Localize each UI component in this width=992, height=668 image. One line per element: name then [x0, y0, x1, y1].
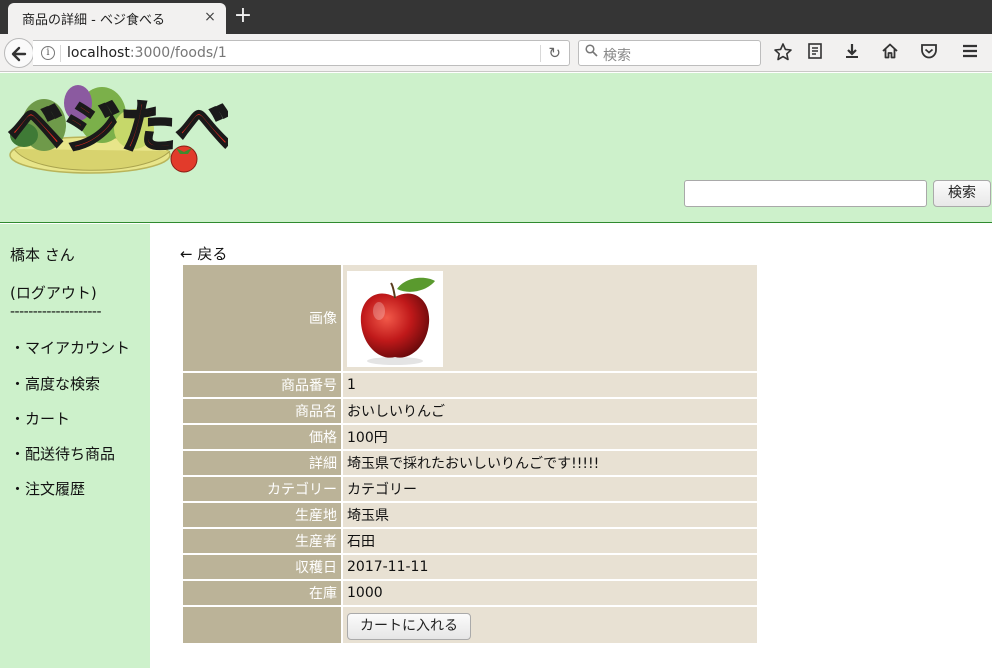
sidebar-user-name: 橋本 さん	[10, 246, 75, 264]
row-value: 埼玉県	[343, 503, 757, 527]
row-value: 埼玉県で採れたおいしいりんごです!!!!!	[343, 451, 757, 475]
row-value: 1000	[343, 581, 757, 605]
table-row: カテゴリー カテゴリー	[183, 477, 757, 501]
tab-title: 商品の詳細 - ベジ食べる	[22, 13, 165, 28]
table-row: 詳細 埼玉県で採れたおいしいりんごです!!!!!	[183, 451, 757, 475]
menu-icon[interactable]	[959, 42, 981, 64]
row-label: 収穫日	[183, 555, 341, 579]
table-row: カートに入れる	[183, 607, 757, 643]
info-icon[interactable]: i	[41, 46, 55, 60]
reload-icon[interactable]: ↻	[548, 44, 561, 62]
reader-icon[interactable]	[804, 42, 826, 64]
add-to-cart-button[interactable]: カートに入れる	[347, 612, 471, 640]
browser-tab[interactable]: 商品の詳細 - ベジ食べる ×	[8, 3, 226, 34]
row-label: 商品名	[183, 399, 341, 423]
row-value	[343, 265, 757, 371]
home-icon[interactable]	[879, 42, 901, 64]
row-label	[183, 607, 341, 643]
back-icon	[11, 46, 27, 62]
table-row: 生産者 石田	[183, 529, 757, 553]
sidebar-item-cart[interactable]: ・カート	[10, 408, 70, 429]
row-value: 100円	[343, 425, 757, 449]
download-icon[interactable]	[841, 42, 863, 64]
row-value: 石田	[343, 529, 757, 553]
row-value: 1	[343, 373, 757, 397]
site-search-button[interactable]: 検索	[933, 180, 991, 207]
table-row: 生産地 埼玉県	[183, 503, 757, 527]
product-detail-table: 画像 商品番号 1 商品名 おいしいりんご 価格 100円 詳細 埼玉県で採れた…	[181, 263, 759, 645]
table-row: 価格 100円	[183, 425, 757, 449]
sidebar: 橋本 さん (ログアウト) -------------------- ・マイアカ…	[0, 224, 150, 668]
sidebar-item-advanced-search[interactable]: ・高度な検索	[10, 373, 100, 394]
row-label: 生産地	[183, 503, 341, 527]
row-value: カテゴリー	[343, 477, 757, 501]
pocket-icon[interactable]	[918, 42, 940, 64]
product-image	[347, 270, 443, 367]
site-search-input[interactable]	[684, 180, 927, 207]
site-logo[interactable]: ベジたべる	[4, 77, 289, 177]
url-separator	[60, 45, 61, 62]
row-value: おいしいりんご	[343, 399, 757, 423]
table-row: 商品番号 1	[183, 373, 757, 397]
url-text[interactable]: localhost:3000/foods/1	[67, 45, 227, 61]
sidebar-item-my-account[interactable]: ・マイアカウント	[10, 337, 130, 358]
site-header: ベジたべる 検索	[0, 73, 992, 223]
table-row: 在庫 1000	[183, 581, 757, 605]
row-label: 詳細	[183, 451, 341, 475]
url-path: :3000/foods/1	[129, 45, 227, 61]
close-icon[interactable]: ×	[202, 9, 218, 25]
row-label: カテゴリー	[183, 477, 341, 501]
browser-nav-bar: i localhost:3000/foods/1 ↻ 検索	[0, 34, 992, 72]
table-row: 画像	[183, 265, 757, 371]
browser-search-bar[interactable]: 検索	[578, 40, 761, 66]
star-icon[interactable]	[772, 42, 794, 64]
row-value: カートに入れる	[343, 607, 757, 643]
browser-tab-bar: 商品の詳細 - ベジ食べる × +	[0, 0, 992, 34]
table-row: 商品名 おいしいりんご	[183, 399, 757, 423]
sidebar-item-order-history[interactable]: ・注文履歴	[10, 478, 85, 499]
table-row: 収穫日 2017-11-11	[183, 555, 757, 579]
url-bar[interactable]: i localhost:3000/foods/1 ↻	[33, 40, 570, 66]
back-link[interactable]: ← 戻る	[180, 243, 227, 264]
row-label: 画像	[183, 265, 341, 371]
reload-separator	[540, 45, 541, 62]
row-label: 在庫	[183, 581, 341, 605]
new-tab-button[interactable]: +	[232, 4, 254, 28]
row-label: 生産者	[183, 529, 341, 553]
browser-search-placeholder: 検索	[603, 48, 631, 64]
sidebar-divider: --------------------	[10, 304, 102, 320]
url-host: localhost	[67, 45, 130, 61]
search-icon	[585, 44, 598, 61]
row-value: 2017-11-11	[343, 555, 757, 579]
logout-link[interactable]: (ログアウト)	[10, 282, 97, 303]
row-label: 商品番号	[183, 373, 341, 397]
back-button[interactable]	[4, 38, 34, 68]
sidebar-item-pending-shipments[interactable]: ・配送待ち商品	[10, 443, 115, 464]
row-label: 価格	[183, 425, 341, 449]
